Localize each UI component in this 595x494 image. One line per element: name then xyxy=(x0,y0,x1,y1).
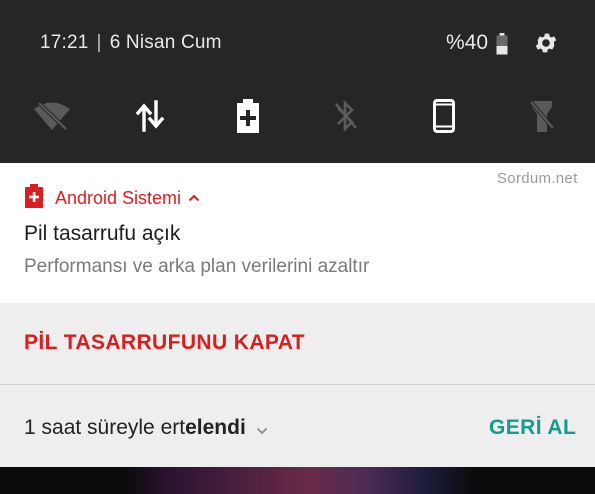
battery-saver-off-button[interactable]: PİL TASARRUFUNU KAPAT xyxy=(24,331,305,355)
notification-header[interactable]: Android Sistemi xyxy=(25,183,200,213)
notification-actions: PİL TASARRUFUNU KAPAT xyxy=(0,303,595,384)
snooze-bar: 1 saat süreyle ert elendi GERİ AL xyxy=(0,385,595,467)
battery-saver-icon[interactable] xyxy=(228,96,268,136)
date-label: 6 Nisan Cum xyxy=(109,32,222,53)
notification-title: Pil tasarrufu açık xyxy=(24,222,181,245)
bluetooth-off-icon[interactable] xyxy=(326,96,366,136)
mobile-data-icon[interactable] xyxy=(130,96,170,136)
notification-body: Performansı ve arka plan verilerini azal… xyxy=(24,256,370,277)
chevron-down-icon[interactable] xyxy=(256,417,268,441)
watermark: Sordum.net xyxy=(497,170,578,187)
clock-separator: | xyxy=(96,32,102,53)
notification-card[interactable]: Sordum.net Android Sistemi Pil tasarrufu… xyxy=(0,163,595,303)
quick-settings-row xyxy=(0,96,595,136)
snooze-duration-dropdown[interactable]: 1 saat süreyle ert elendi xyxy=(24,415,268,441)
status-bar: 17:21 | 6 Nisan Cum %40 xyxy=(0,28,595,60)
notification-shade: 17:21 | 6 Nisan Cum %40 xyxy=(0,0,595,163)
phone-icon[interactable] xyxy=(424,96,464,136)
flashlight-icon[interactable] xyxy=(522,96,562,136)
undo-button[interactable]: GERİ AL xyxy=(489,416,576,440)
snooze-text-bold: elendi xyxy=(185,416,246,439)
wifi-off-icon[interactable] xyxy=(32,96,72,136)
chevron-up-icon[interactable] xyxy=(188,189,200,207)
battery-percent: %40 xyxy=(446,31,489,54)
clock-date: 17:21 | 6 Nisan Cum xyxy=(40,32,222,54)
snooze-text-prefix: 1 saat süreyle ert xyxy=(24,416,186,439)
battery-saver-app-icon xyxy=(25,183,43,213)
app-name: Android Sistemi xyxy=(55,187,182,208)
battery-icon xyxy=(496,33,508,60)
gear-icon[interactable] xyxy=(533,30,559,61)
wallpaper-background xyxy=(0,467,595,494)
clock-time: 17:21 xyxy=(40,32,89,53)
